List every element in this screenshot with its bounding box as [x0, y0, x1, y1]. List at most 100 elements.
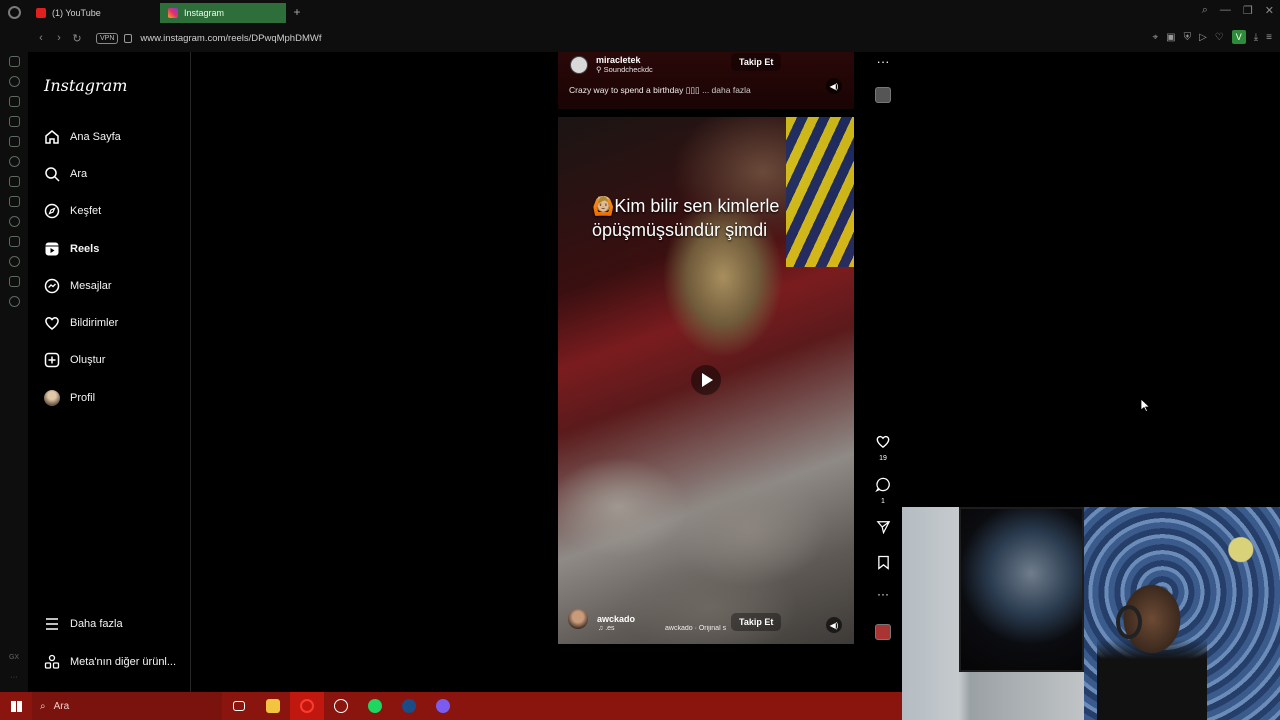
tab-instagram[interactable]: Instagram — [160, 3, 286, 23]
gx-control-icon[interactable] — [8, 56, 20, 67]
audio-source[interactable]: awckado · Orijinal s — [665, 625, 733, 632]
reel-overlay-text: 🙆🏼Kim bilir sen kimlerle öpüşmüşsündür ş… — [592, 196, 780, 240]
favorite-heart-icon[interactable]: ♡ — [1215, 32, 1224, 43]
instagram-logo[interactable]: Instagram — [44, 76, 127, 95]
maximize-button[interactable]: ❐ — [1243, 4, 1253, 17]
sidebar-item-notifications[interactable]: Bildirimler — [44, 312, 118, 334]
x-icon[interactable] — [8, 196, 20, 207]
music-icon[interactable] — [8, 136, 20, 147]
back-button[interactable]: ‹ — [32, 32, 50, 44]
sidebar-item-label: Daha fazla — [70, 618, 123, 630]
comment-count: 1 — [881, 498, 885, 505]
taskbar-search-placeholder: Ara — [53, 700, 70, 712]
opera-gx-taskbar-icon[interactable] — [290, 692, 324, 720]
more-options-icon[interactable]: ··· — [872, 54, 894, 69]
tab-label: (1) YouTube — [52, 8, 101, 18]
instagram-sidebar: Instagram Ana Sayfa Ara Keşfet Reels Mes… — [28, 52, 191, 692]
username[interactable]: awckado — [597, 614, 635, 624]
tab-youtube[interactable]: (1) YouTube — [28, 3, 158, 23]
address-bar: ‹ › ↻ VPN www.instagram.com/reels/DPwqMp… — [0, 24, 1280, 52]
player-icon[interactable] — [8, 216, 20, 227]
avatar[interactable] — [568, 609, 588, 629]
forward-button[interactable]: › — [50, 32, 68, 44]
hamburger-icon — [44, 616, 60, 632]
gx-cleaner-icon[interactable] — [8, 76, 20, 87]
comment-button[interactable]: 1 — [872, 477, 894, 505]
windows-start-icon[interactable] — [0, 700, 32, 712]
extensions-icon[interactable] — [8, 276, 20, 287]
sidebar-item-search[interactable]: Ara — [44, 163, 87, 185]
mute-icon[interactable]: ◀) — [826, 617, 842, 633]
plus-square-icon — [44, 352, 60, 368]
mouse-cursor-icon — [1141, 399, 1150, 412]
gx-icon[interactable]: GX — [0, 648, 28, 668]
reload-button[interactable]: ↻ — [68, 32, 86, 45]
twitch-icon[interactable] — [8, 116, 20, 127]
heart-icon — [876, 435, 890, 449]
file-explorer-icon[interactable] — [256, 692, 290, 720]
share-button[interactable] — [872, 520, 894, 539]
profile-badge[interactable]: V — [1231, 30, 1246, 44]
like-button[interactable]: 19 — [872, 434, 894, 462]
gx-corner-icon[interactable] — [8, 96, 20, 107]
more-dots-icon[interactable]: ··· — [0, 668, 28, 688]
username[interactable]: miracletek — [596, 55, 653, 65]
play-button[interactable] — [691, 365, 721, 395]
avatar[interactable] — [570, 55, 588, 74]
history-icon[interactable] — [8, 256, 20, 267]
audio-thumb-icon — [875, 87, 891, 103]
location[interactable]: ⚲ Soundcheckdc — [596, 65, 653, 74]
new-tab-button[interactable]: + — [288, 5, 306, 19]
shield-icon[interactable]: ⛨ — [1184, 32, 1192, 43]
opera-gx-logo-icon[interactable] — [0, 0, 28, 24]
url-field[interactable]: www.instagram.com/reels/DPwqMphDMWf — [140, 33, 321, 44]
vpn-badge[interactable]: VPN — [96, 32, 119, 44]
audio-thumbnail[interactable] — [872, 87, 894, 103]
task-view-icon[interactable] — [222, 692, 256, 720]
follow-button[interactable]: Takip Et — [731, 613, 782, 631]
sidebar-item-meta[interactable]: Meta'nın diğer ürünl... — [44, 651, 176, 673]
download-icon[interactable]: ⤓ — [1254, 32, 1258, 43]
sidebar-item-label: Meta'nın diğer ürünl... — [70, 656, 177, 668]
lock-icon[interactable] — [124, 33, 133, 43]
sidebar-item-messages[interactable]: Mesajlar — [44, 275, 112, 297]
reel-video[interactable]: 🙆🏼Kim bilir sen kimlerle öpüşmüşsündür ş… — [558, 117, 854, 644]
app-icon[interactable] — [324, 692, 358, 720]
mute-icon[interactable]: ◀) — [826, 78, 842, 94]
audio-tag[interactable]: ♫ .es — [598, 625, 615, 632]
discord-icon[interactable] — [426, 692, 460, 720]
previous-reel[interactable]: miracletek ⚲ Soundcheckdc Crazy way to s… — [558, 52, 854, 109]
menu-icon[interactable]: ≡ — [1266, 32, 1272, 43]
settings-icon[interactable] — [8, 296, 20, 307]
user-info: miracletek ⚲ Soundcheckdc — [596, 55, 653, 74]
close-button[interactable]: ✕ — [1265, 4, 1274, 17]
sidebar-item-label: Ara — [70, 168, 88, 180]
window-controls: ⌕ — ❐ ✕ — [1202, 4, 1274, 17]
sidebar-item-more[interactable]: Daha fazla — [44, 613, 123, 635]
previous-reel-user[interactable]: miracletek ⚲ Soundcheckdc — [570, 55, 653, 74]
reel-footer: awckado ♫ .es awckado · Orijinal s ◀) — [558, 605, 854, 644]
follow-button[interactable]: Takip Et — [731, 53, 782, 71]
search-tabs-icon[interactable]: ⌕ — [1202, 4, 1208, 17]
sidebar-item-create[interactable]: Oluştur — [44, 349, 105, 371]
whatsapp-icon[interactable] — [8, 156, 20, 167]
pinboard-icon[interactable] — [8, 236, 20, 247]
taskbar-search[interactable]: ⌕ Ara — [32, 692, 222, 720]
more-options-icon[interactable]: ··· — [872, 587, 894, 601]
audio-thumbnail[interactable] — [872, 624, 894, 640]
sidebar-item-home[interactable]: Ana Sayfa — [44, 126, 121, 148]
pin-icon[interactable]: ⌖ — [1152, 32, 1158, 43]
sidebar-item-profile[interactable]: Profil — [44, 387, 95, 409]
steam-icon[interactable] — [392, 692, 426, 720]
spotify-icon[interactable] — [358, 692, 392, 720]
save-button[interactable] — [872, 555, 894, 575]
snapshot-icon[interactable]: ▣ — [1166, 32, 1175, 43]
bookmark-icon — [877, 555, 889, 570]
sidebar-item-reels[interactable]: Reels — [44, 238, 99, 260]
sidebar-item-explore[interactable]: Keşfet — [44, 200, 101, 222]
minimize-button[interactable]: — — [1220, 4, 1231, 17]
play-icon[interactable]: ▷ — [1199, 32, 1207, 43]
earth-poster — [959, 507, 1084, 672]
caption-more-link[interactable]: ... daha fazla — [702, 85, 751, 95]
instagram-rail-icon[interactable] — [8, 176, 20, 187]
